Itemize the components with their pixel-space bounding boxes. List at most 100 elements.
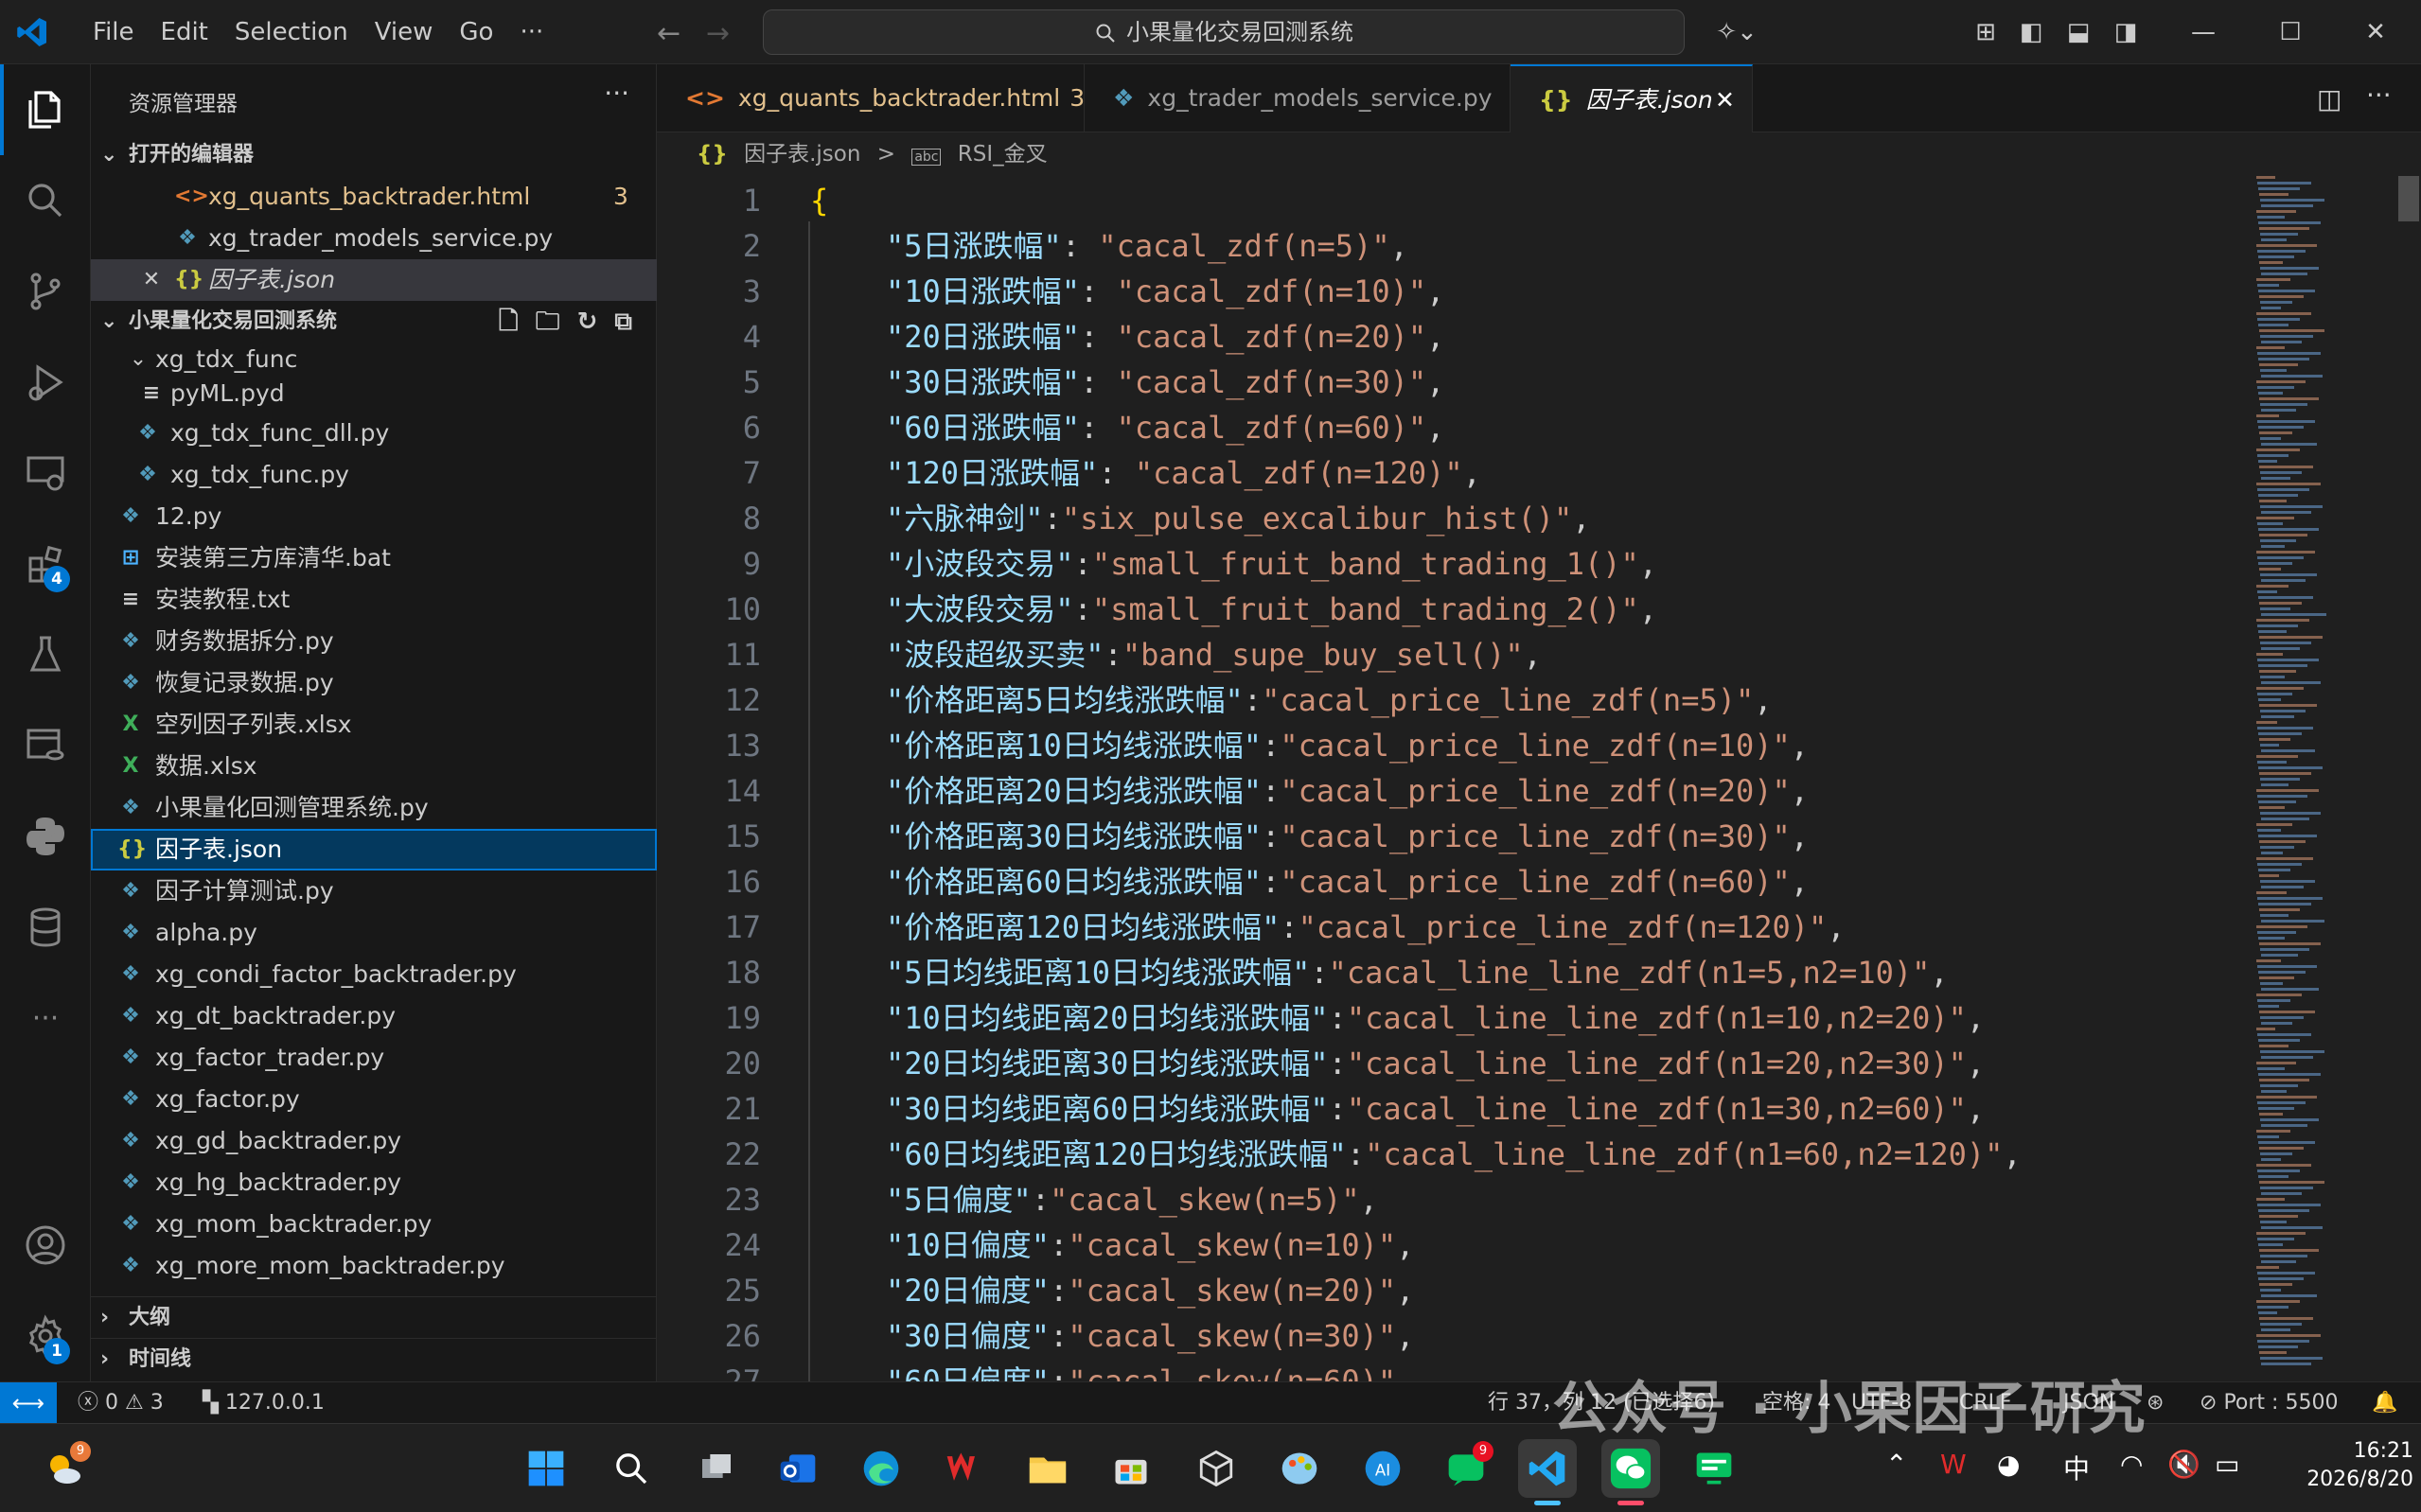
copilot-icon[interactable]: ✧⌄ xyxy=(1711,17,1762,47)
tab-json-active[interactable]: {} 因子表.json ✕ xyxy=(1511,64,1753,132)
split-editor-icon[interactable]: ◫ xyxy=(2317,83,2341,114)
tree-item[interactable]: ❖ alpha.py xyxy=(91,912,657,954)
host-indicator[interactable]: ▚ 127.0.0.1 xyxy=(203,1382,325,1424)
tree-item[interactable]: ❖ xg_mom_backtrader.py xyxy=(91,1204,657,1245)
volume-muted-icon[interactable]: 🔇 xyxy=(2167,1449,2200,1480)
toggle-panel-icon[interactable]: ⬓ xyxy=(2063,17,2094,47)
unity-app[interactable] xyxy=(1187,1439,1246,1498)
remote-indicator-icon[interactable]: ⟷ xyxy=(0,1382,57,1424)
tab-html[interactable]: <> xg_quants_backtrader.html 3 xyxy=(657,64,1085,132)
explorer-button[interactable] xyxy=(0,64,91,155)
new-folder-icon[interactable]: 🗀 xyxy=(536,301,560,343)
database-panel-button[interactable] xyxy=(0,700,91,791)
code-editor[interactable]: 1 {2 "5日涨跌幅": "cacal_zdf(n=5)", 3 "10日涨跌幅": … xyxy=(657,176,2421,1381)
show-hidden-icons-chevron-icon[interactable]: ⌃ xyxy=(1885,1449,1907,1480)
new-file-icon[interactable]: 🗋 xyxy=(499,301,519,343)
tree-item[interactable]: ❖ 财务数据拆分.py xyxy=(91,621,657,662)
extensions-button[interactable]: 4 xyxy=(0,519,91,609)
timeline-header[interactable]: › 时间线 xyxy=(91,1338,657,1380)
close-window-icon[interactable]: ✕ xyxy=(2360,17,2391,47)
start-button[interactable] xyxy=(517,1439,575,1498)
project-folder-header[interactable]: ⌄ 小果量化交易回测系统 🗋 🗀 ↻ ⧉ xyxy=(91,301,657,343)
forward-arrow-icon[interactable]: → xyxy=(706,17,730,50)
sql-database-button[interactable] xyxy=(0,882,91,973)
vscode-app[interactable] xyxy=(1518,1439,1577,1505)
toggle-sidebar-icon[interactable]: ◧ xyxy=(2016,17,2046,47)
tree-item[interactable]: ❖ 小果量化回测管理系统.py xyxy=(91,787,657,829)
menu-file[interactable]: File xyxy=(80,13,148,51)
tree-item[interactable]: ≡ pyML.pyd xyxy=(91,377,657,411)
tree-item[interactable]: X 空列因子列表.xlsx xyxy=(91,704,657,746)
open-editor-item[interactable]: ❖ xg_trader_models_service.py xyxy=(91,218,657,259)
close-editor-icon[interactable]: ✕ xyxy=(138,259,165,301)
tree-item[interactable]: ❖ xg_dt_backtrader.py xyxy=(91,995,657,1037)
refresh-icon[interactable]: ↻ xyxy=(577,301,598,343)
open-editors-header[interactable]: ⌄ 打开的编辑器 xyxy=(91,134,657,176)
close-tab-icon[interactable]: ✕ xyxy=(1715,66,1735,134)
wechat-work-app[interactable] xyxy=(1685,1439,1743,1498)
tree-item[interactable]: ❖ xg_hg_backtrader.py xyxy=(91,1162,657,1204)
tree-item[interactable]: X 数据.xlsx xyxy=(91,746,657,787)
store-app[interactable] xyxy=(1102,1439,1160,1498)
toggle-secondary-sidebar-icon[interactable]: ◨ xyxy=(2111,17,2141,47)
back-arrow-icon[interactable]: ← xyxy=(657,17,680,50)
menu-more[interactable]: ··· xyxy=(506,13,557,51)
remote-explorer-button[interactable] xyxy=(0,428,91,519)
paint-app[interactable] xyxy=(1270,1439,1329,1498)
battery-icon[interactable]: ▭ xyxy=(2215,1449,2239,1480)
menu-selection[interactable]: Selection xyxy=(221,13,362,51)
more-actions-icon[interactable]: ··· xyxy=(604,78,629,109)
source-control-button[interactable] xyxy=(0,246,91,337)
problems-indicator[interactable]: ⓧ 0 ⚠ 3 xyxy=(78,1382,164,1424)
more-actions-icon[interactable]: ··· xyxy=(2366,79,2392,111)
tab-python[interactable]: ❖ xg_trader_models_service.py xyxy=(1085,64,1511,132)
tree-item[interactable]: ❖ xg_gd_backtrader.py xyxy=(91,1120,657,1162)
menu-go[interactable]: Go xyxy=(446,13,506,51)
tree-item[interactable]: ❖ xg_factor_trader.py xyxy=(91,1037,657,1079)
edge-app[interactable] xyxy=(852,1439,910,1498)
tree-item[interactable]: ❖ xg_factor.py xyxy=(91,1079,657,1120)
tree-item-selected[interactable]: {} 因子表.json xyxy=(91,829,657,870)
tree-item[interactable]: ❖ xg_tdx_func_dll.py xyxy=(91,413,657,454)
edge-ai-app[interactable]: AI xyxy=(1353,1439,1412,1498)
notifications-bell-icon[interactable]: 🔔 xyxy=(2372,1382,2397,1424)
tree-item[interactable]: ❖ xg_tdx_func.py xyxy=(91,454,657,496)
taskbar-search[interactable] xyxy=(602,1439,661,1498)
breadcrumb-symbol[interactable]: RSI_金叉 xyxy=(958,142,1048,167)
python-button[interactable] xyxy=(0,791,91,882)
tree-item[interactable]: ❖ 因子计算测试.py xyxy=(91,870,657,912)
tree-item[interactable]: ❖ 恢复记录数据.py xyxy=(91,662,657,704)
more-views-icon[interactable]: ··· xyxy=(0,973,91,1064)
weather-widget[interactable]: 9 xyxy=(34,1439,93,1498)
tree-item[interactable]: ❖ xg_more_mom_backtrader.py xyxy=(91,1245,657,1287)
tree-item[interactable]: ≡ 安装教程.txt xyxy=(91,579,657,621)
messages-app[interactable]: 9 xyxy=(1437,1439,1495,1498)
wps-app[interactable] xyxy=(935,1439,994,1498)
command-center-search[interactable]: 小果量化交易回测系统 xyxy=(763,9,1685,55)
run-debug-button[interactable] xyxy=(0,337,91,428)
collapse-all-icon[interactable]: ⧉ xyxy=(614,301,632,343)
wechat-app[interactable] xyxy=(1601,1439,1660,1505)
tree-item[interactable]: ❖ xg_condi_factor_backtrader.py xyxy=(91,954,657,995)
copilot-status-icon[interactable]: ⊛ xyxy=(2147,1382,2164,1424)
tree-item[interactable]: ⊞ 安装第三方库清华.bat xyxy=(91,537,657,579)
tree-item[interactable]: ❖ 12.py xyxy=(91,496,657,537)
tree-folder[interactable]: ⌄ xg_tdx_func xyxy=(91,343,657,377)
manage-settings-button[interactable]: 1 xyxy=(0,1291,91,1381)
open-editor-item[interactable]: <> xg_quants_backtrader.html 3 xyxy=(91,176,657,218)
outline-header[interactable]: › 大纲 xyxy=(91,1296,657,1338)
wps-tray-icon[interactable]: W xyxy=(1940,1449,1967,1480)
tray-app-icon[interactable]: ◕ xyxy=(1997,1449,2020,1480)
testing-button[interactable] xyxy=(0,609,91,700)
clock[interactable]: 16:21 2026/8/20 xyxy=(2290,1437,2413,1494)
wifi-icon[interactable]: ◠ xyxy=(2120,1449,2143,1480)
maximize-icon[interactable]: ☐ xyxy=(2275,17,2306,47)
breadcrumb-file[interactable]: 因子表.json xyxy=(744,142,860,167)
vertical-scrollbar[interactable] xyxy=(2394,176,2421,1381)
customize-layout-icon[interactable]: ⊞ xyxy=(1970,17,2001,47)
live-server-port[interactable]: ⊘ Port : 5500 xyxy=(2200,1382,2338,1424)
file-explorer-app[interactable] xyxy=(1018,1439,1077,1498)
menu-view[interactable]: View xyxy=(362,13,447,51)
task-view[interactable] xyxy=(687,1439,746,1498)
search-button[interactable] xyxy=(0,155,91,246)
